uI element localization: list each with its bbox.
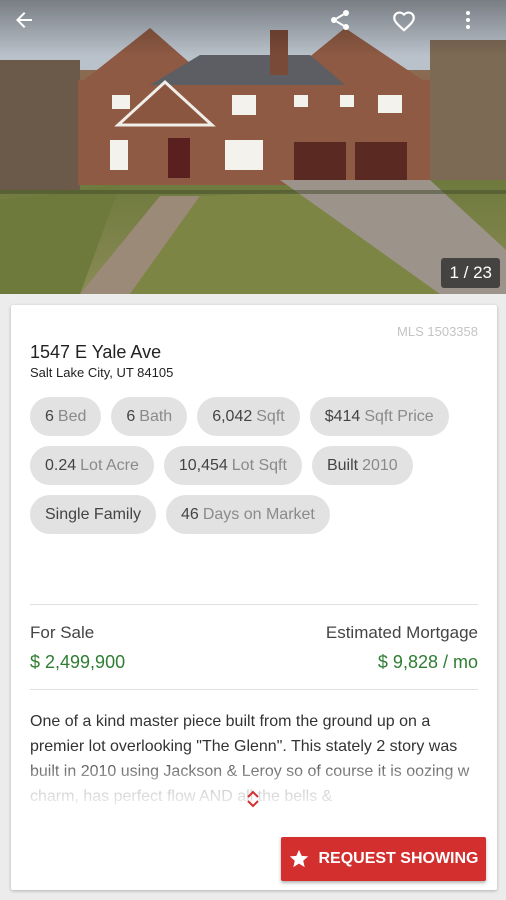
back-arrow-icon[interactable] xyxy=(12,8,52,48)
chip-sqft: 6,042 Sqft xyxy=(197,397,300,436)
chip-year-built: Built 2010 xyxy=(311,446,413,485)
sale-status-label: For Sale xyxy=(30,623,95,642)
share-icon[interactable] xyxy=(328,8,368,48)
chip-bath: 6 Bath xyxy=(111,397,188,436)
star-icon xyxy=(290,849,309,868)
mls-number: MLS 1503358 xyxy=(397,324,478,339)
mortgage-label: Estimated Mortgage xyxy=(325,623,478,642)
chip-bed: 6 Bed xyxy=(30,397,102,436)
list-price: $ 2,499,900 xyxy=(30,652,126,672)
listing-photo[interactable]: 1 / 23 xyxy=(0,0,506,294)
city-state-zip: Salt Lake City, UT 84105 xyxy=(30,365,174,380)
estimated-mortgage: $ 9,828 / mo xyxy=(377,652,478,672)
more-vert-icon[interactable] xyxy=(456,8,496,48)
divider xyxy=(30,604,478,605)
photo-counter: 1 / 23 xyxy=(441,258,500,288)
chip-days-on-market: 46 Days on Market xyxy=(166,495,330,534)
divider xyxy=(30,689,478,690)
chip-sqft-price: $414 Sqft Price xyxy=(309,397,449,436)
toolbar xyxy=(0,0,506,56)
request-showing-button[interactable]: REQUEST SHOWING xyxy=(281,837,486,881)
chip-property-type: Single Family xyxy=(30,495,157,534)
chip-lot-acre: 0.24 Lot Acre xyxy=(30,446,154,485)
favorite-heart-icon[interactable] xyxy=(391,8,431,48)
listing-card: MLS 1503358 1547 E Yale Ave Salt Lake Ci… xyxy=(11,305,497,890)
expand-toggle-icon[interactable] xyxy=(244,785,262,813)
request-showing-label: REQUEST SHOWING xyxy=(318,850,479,867)
address: 1547 E Yale Ave xyxy=(30,342,162,362)
chip-lot-sqft: 10,454 Lot Sqft xyxy=(163,446,302,485)
feature-chips: 6 Bed 6 Bath 6,042 Sqft $414 Sqft Price 0.24… xyxy=(30,397,480,534)
